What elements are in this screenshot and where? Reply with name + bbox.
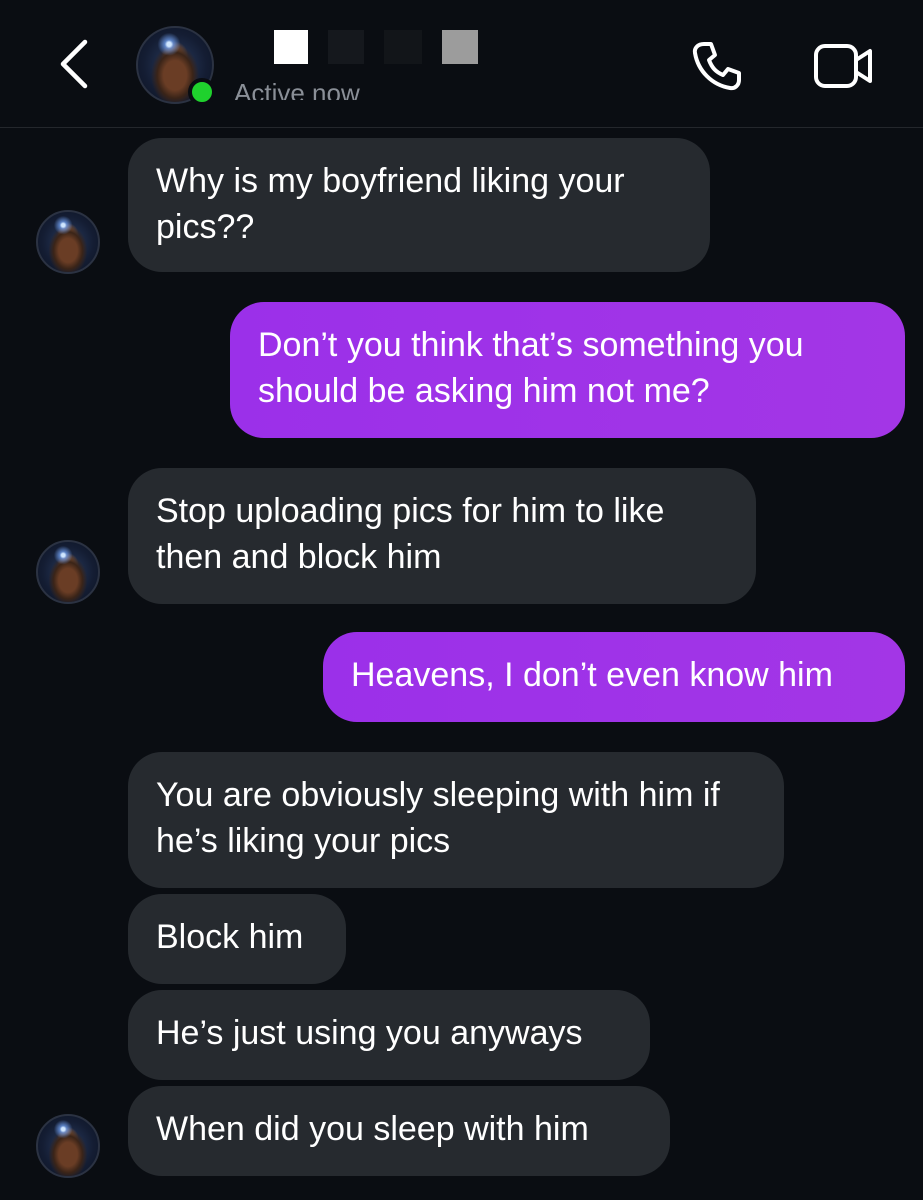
sender-avatar[interactable]	[36, 540, 100, 604]
contact-avatar[interactable]	[136, 26, 216, 106]
outgoing-message[interactable]: Don’t you think that’s something you sho…	[230, 302, 905, 438]
redaction-block	[274, 30, 308, 64]
back-button[interactable]	[48, 34, 100, 94]
redaction-block	[384, 30, 422, 64]
outgoing-message[interactable]: Heavens, I don’t even know him	[323, 632, 905, 722]
avatar	[36, 1114, 100, 1178]
incoming-message[interactable]: When did you sleep with him	[128, 1086, 670, 1176]
avatar	[36, 210, 100, 274]
chevron-left-icon	[60, 39, 88, 89]
incoming-message[interactable]: You are obviously sleeping with him if h…	[128, 752, 784, 888]
phone-icon	[692, 42, 741, 91]
video-camera-icon	[814, 44, 872, 88]
redaction-block	[328, 30, 364, 64]
active-status-dot	[188, 78, 216, 106]
video-call-button[interactable]	[812, 40, 876, 92]
sender-avatar[interactable]	[36, 210, 100, 274]
incoming-message[interactable]: Why is my boyfriend liking your pics??	[128, 138, 710, 272]
contact-name-redacted[interactable]	[236, 30, 478, 64]
chat-screen: Active now Why is my boyfriend liking yo…	[0, 0, 923, 1200]
active-status-text: Active now	[234, 78, 360, 100]
redaction-block	[442, 30, 478, 64]
incoming-message[interactable]: Block him	[128, 894, 346, 984]
sender-avatar[interactable]	[36, 1114, 100, 1178]
incoming-message[interactable]: He’s just using you anyways	[128, 990, 650, 1080]
avatar	[36, 540, 100, 604]
incoming-message[interactable]: Stop uploading pics for him to like then…	[128, 468, 756, 604]
audio-call-button[interactable]	[690, 40, 742, 92]
chat-header: Active now	[0, 0, 923, 128]
